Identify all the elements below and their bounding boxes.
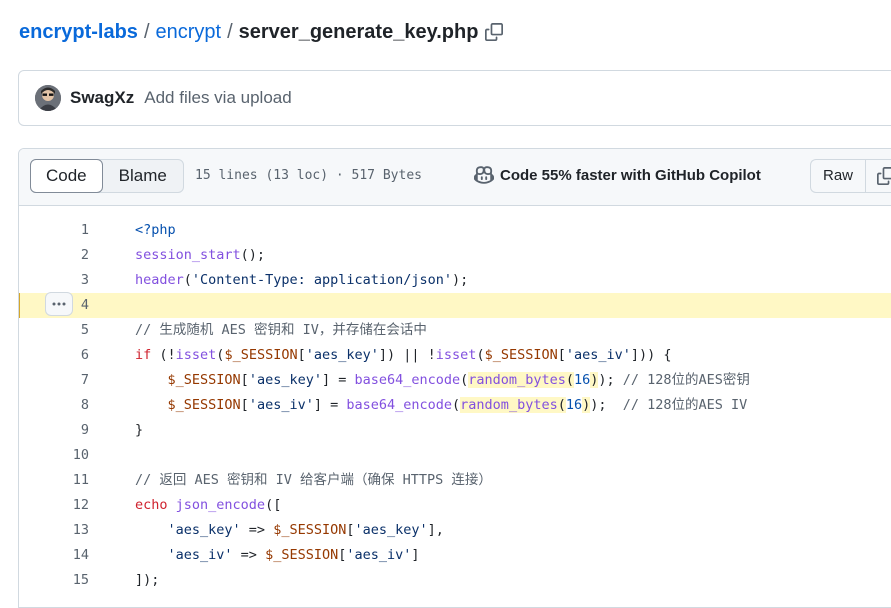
- code-line[interactable]: 13 'aes_key' => $_SESSION['aes_key'],: [19, 518, 891, 543]
- line-number[interactable]: 14: [19, 543, 89, 568]
- copy-path-button[interactable]: [485, 23, 504, 41]
- code-line[interactable]: 2 session_start();: [19, 243, 891, 268]
- line-options-button[interactable]: [45, 292, 73, 316]
- tab-code[interactable]: Code: [30, 159, 103, 193]
- code-text: 'aes_key' => $_SESSION['aes_key'],: [167, 522, 444, 538]
- copy-icon: [877, 167, 891, 185]
- tab-blame[interactable]: Blame: [103, 160, 183, 192]
- line-number[interactable]: 1: [19, 218, 89, 243]
- code-line[interactable]: 14 'aes_iv' => $_SESSION['aes_iv']: [19, 543, 891, 568]
- line-number[interactable]: 13: [19, 518, 89, 543]
- code-text: }: [135, 422, 144, 438]
- code-text: ]);: [135, 572, 160, 588]
- line-number[interactable]: 3: [19, 268, 89, 293]
- kebab-horizontal-icon: [52, 302, 66, 306]
- code-line[interactable]: 4: [19, 292, 891, 318]
- file-header: Code Blame 15 lines (13 loc) · 517 Bytes…: [19, 149, 891, 206]
- code-line[interactable]: 1 <?php: [19, 218, 891, 243]
- latest-commit-bar: SwagXz Add files via upload: [18, 70, 891, 126]
- line-number[interactable]: 11: [19, 468, 89, 493]
- line-number[interactable]: 6: [19, 343, 89, 368]
- code-text: // 生成随机 AES 密钥和 IV，并存储在会话中: [135, 322, 427, 338]
- breadcrumb-separator: /: [227, 20, 233, 43]
- code-text: $_SESSION['aes_iv'] = base64_encode(rand…: [167, 397, 748, 413]
- raw-button[interactable]: Raw: [811, 160, 867, 192]
- avatar[interactable]: [35, 85, 61, 111]
- code-line[interactable]: 12 echo json_encode([: [19, 493, 891, 518]
- file-viewer: Code Blame 15 lines (13 loc) · 517 Bytes…: [18, 148, 891, 608]
- raw-actions: Raw: [810, 159, 891, 193]
- code-text: header('Content-Type: application/json')…: [135, 272, 469, 288]
- code-line[interactable]: 3 header('Content-Type: application/json'…: [19, 268, 891, 293]
- code-line[interactable]: 6 if (!isset($_SESSION['aes_key']) || !is…: [19, 343, 891, 368]
- line-number[interactable]: 8: [19, 393, 89, 418]
- code-line[interactable]: 7 $_SESSION['aes_key'] = base64_encode(r…: [19, 368, 891, 393]
- code-line[interactable]: 5 // 生成随机 AES 密钥和 IV，并存储在会话中: [19, 318, 891, 343]
- line-number[interactable]: 9: [19, 418, 89, 443]
- code-line[interactable]: 11 // 返回 AES 密钥和 IV 给客户端（确保 HTTPS 连接）: [19, 468, 891, 493]
- breadcrumb: encrypt-labs / encrypt / server_generate…: [19, 18, 504, 46]
- breadcrumb-repo-link[interactable]: encrypt: [156, 21, 222, 44]
- copilot-promo-link[interactable]: Code 55% faster with GitHub Copilot: [474, 165, 761, 185]
- breadcrumb-separator: /: [143, 20, 150, 43]
- line-number[interactable]: 7: [19, 368, 89, 393]
- view-mode-toggle: Code Blame: [30, 159, 184, 193]
- code-line[interactable]: 15]);: [19, 568, 891, 593]
- line-number[interactable]: 15: [19, 568, 89, 593]
- line-number[interactable]: 12: [19, 493, 89, 518]
- copilot-promo-text: Code 55% faster with GitHub Copilot: [500, 166, 761, 184]
- file-info: 15 lines (13 loc) · 517 Bytes: [195, 168, 422, 183]
- line-number[interactable]: 5: [19, 318, 89, 343]
- code-text: 'aes_iv' => $_SESSION['aes_iv']: [167, 547, 420, 563]
- line-number[interactable]: 2: [19, 243, 89, 268]
- copy-raw-button[interactable]: [866, 160, 891, 192]
- code-text: <?php: [135, 222, 176, 238]
- code-line[interactable]: 9}: [19, 418, 891, 443]
- code-text: if (!isset($_SESSION['aes_key']) || !iss…: [135, 347, 672, 363]
- code-text: echo json_encode([: [135, 497, 282, 513]
- copilot-icon: [474, 166, 494, 184]
- line-number[interactable]: 10: [19, 443, 89, 468]
- code-text: session_start();: [135, 247, 266, 263]
- code-text: $_SESSION['aes_key'] = base64_encode(ran…: [167, 372, 750, 388]
- breadcrumb-owner-link[interactable]: encrypt-labs: [19, 21, 138, 44]
- code-line[interactable]: 8 $_SESSION['aes_iv'] = base64_encode(ra…: [19, 393, 891, 418]
- code-text: // 返回 AES 密钥和 IV 给客户端（确保 HTTPS 连接）: [135, 472, 492, 488]
- commit-author[interactable]: SwagXz: [70, 88, 134, 108]
- copy-icon: [485, 23, 504, 41]
- code-line[interactable]: 10: [19, 443, 891, 468]
- breadcrumb-file-name: server_generate_key.php: [238, 20, 479, 43]
- code-view[interactable]: 1 <?php 2 session_start(); 3 header('Content-…: [19, 206, 891, 593]
- commit-message[interactable]: Add files via upload: [144, 88, 291, 108]
